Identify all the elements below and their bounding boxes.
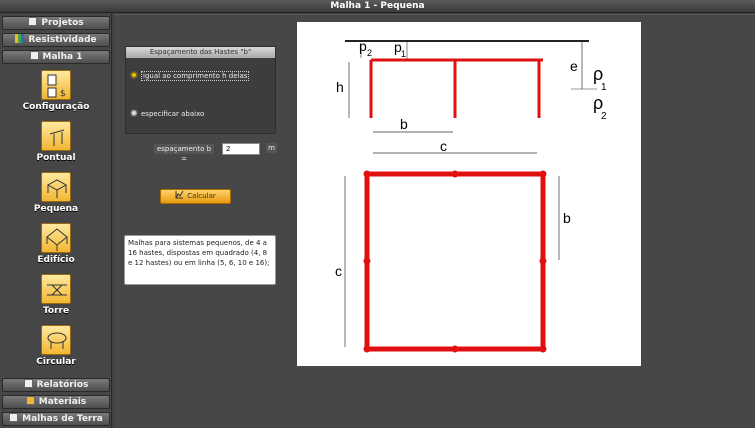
tool-pequena[interactable]: Pequena — [0, 172, 112, 214]
document-icon — [23, 379, 33, 388]
chart-icon — [15, 34, 25, 43]
nav-projetos-button[interactable]: Projetos — [2, 16, 110, 30]
tool-circular-label: Circular — [36, 357, 76, 367]
rho1-label: ρ — [593, 64, 603, 84]
e-label: e — [570, 58, 578, 74]
tool-torre[interactable]: Torre — [0, 274, 112, 316]
radio-unselected-icon — [130, 109, 138, 117]
rho1-sub: 1 — [601, 82, 607, 93]
description-text: Malhas para sistemas pequenos, de 4 a 16… — [124, 235, 276, 285]
node-ml — [363, 257, 371, 265]
tool-circular[interactable]: Circular — [0, 325, 112, 367]
tool-pontual-label: Pontual — [36, 153, 76, 163]
p1-sub: 1 — [401, 49, 406, 59]
c-top-label: c — [440, 138, 447, 154]
nav-materiais-button[interactable]: Materiais — [2, 395, 110, 409]
tool-pontual[interactable]: Pontual — [0, 121, 112, 163]
small-grid-icon — [41, 172, 71, 202]
tool-pequena-label: Pequena — [33, 204, 79, 214]
document-icon — [29, 51, 39, 60]
radio-equal-length-label: igual ao comprimento h delas — [141, 71, 250, 81]
window-title: Malha 1 - Pequena — [0, 0, 755, 13]
b-side-label: b — [563, 210, 571, 226]
radio-specify-below[interactable]: especificar abaixo — [130, 109, 204, 118]
nav-materiais-label: Materiais — [38, 397, 87, 407]
diagram-canvas: p 2 p 1 h e ρ 1 ρ 2 b c b c — [297, 22, 641, 366]
spacing-panel: Espaçamento das Hastes "b" igual ao comp… — [125, 46, 276, 134]
nav-malhas-terra-button[interactable]: Malhas de Terra — [2, 412, 110, 426]
node-tm — [451, 170, 459, 178]
materials-icon — [25, 396, 35, 405]
rho2-label: ρ — [593, 93, 603, 113]
node-bl — [363, 345, 371, 353]
node-tl — [363, 170, 371, 178]
grounding-icon — [9, 413, 19, 422]
spacing-label: espaçamento b = — [154, 144, 214, 163]
h-label: h — [336, 79, 344, 95]
node-bm — [451, 345, 459, 353]
single-rod-icon — [41, 121, 71, 151]
c-side-label: c — [335, 263, 342, 279]
spacing-input[interactable]: 2 — [222, 143, 260, 155]
nav-relatorios-button[interactable]: Relatórios — [2, 378, 110, 392]
nav-malha1-button[interactable]: Malha 1 — [2, 50, 110, 64]
p2-sub: 2 — [367, 48, 372, 58]
radio-specify-below-label: especificar abaixo — [141, 110, 205, 118]
spacing-panel-header: Espaçamento das Hastes "b" — [126, 47, 275, 58]
tool-edificio[interactable]: Edifício — [0, 223, 112, 265]
nav-relatorios-label: Relatórios — [36, 380, 89, 390]
radio-selected-icon — [130, 71, 138, 79]
application-window: Malha 1 - Pequena Projetos Resistividade… — [0, 0, 755, 428]
tool-edificio-label: Edifício — [37, 255, 75, 265]
b-top-label: b — [400, 116, 408, 132]
spacing-unit: m — [266, 143, 277, 153]
nav-resistividade-button[interactable]: Resistividade — [2, 33, 110, 47]
node-br — [539, 345, 547, 353]
sidebar: Projetos Resistividade Malha 1 $ Configu… — [0, 14, 112, 428]
node-tr — [539, 170, 547, 178]
document-icon — [28, 17, 38, 26]
calculate-button-label: Calcular — [187, 192, 216, 200]
p2-label: p — [359, 38, 367, 54]
circular-icon — [41, 325, 71, 355]
configuration-icon: $ — [41, 70, 71, 100]
grid-square — [364, 171, 546, 352]
node-mr — [539, 257, 547, 265]
nav-projetos-label: Projetos — [41, 18, 84, 28]
tool-configuracao-label: Configuração — [22, 102, 90, 112]
rho2-sub: 2 — [601, 111, 607, 122]
radio-equal-length[interactable]: igual ao comprimento h delas — [130, 71, 250, 81]
tower-icon — [41, 274, 71, 304]
calculate-button[interactable]: Calcular — [160, 189, 231, 204]
tool-configuracao[interactable]: $ Configuração — [0, 70, 112, 112]
nav-malhas-terra-label: Malhas de Terra — [22, 414, 103, 424]
nav-malha1-label: Malha 1 — [42, 52, 83, 62]
calculator-icon — [175, 190, 184, 199]
tool-torre-label: Torre — [42, 306, 70, 316]
svg-text:$: $ — [60, 89, 66, 99]
nav-resistividade-label: Resistividade — [28, 35, 97, 45]
grid-diagram: p 2 p 1 h e ρ 1 ρ 2 b c b c — [335, 38, 607, 353]
building-icon — [41, 223, 71, 253]
